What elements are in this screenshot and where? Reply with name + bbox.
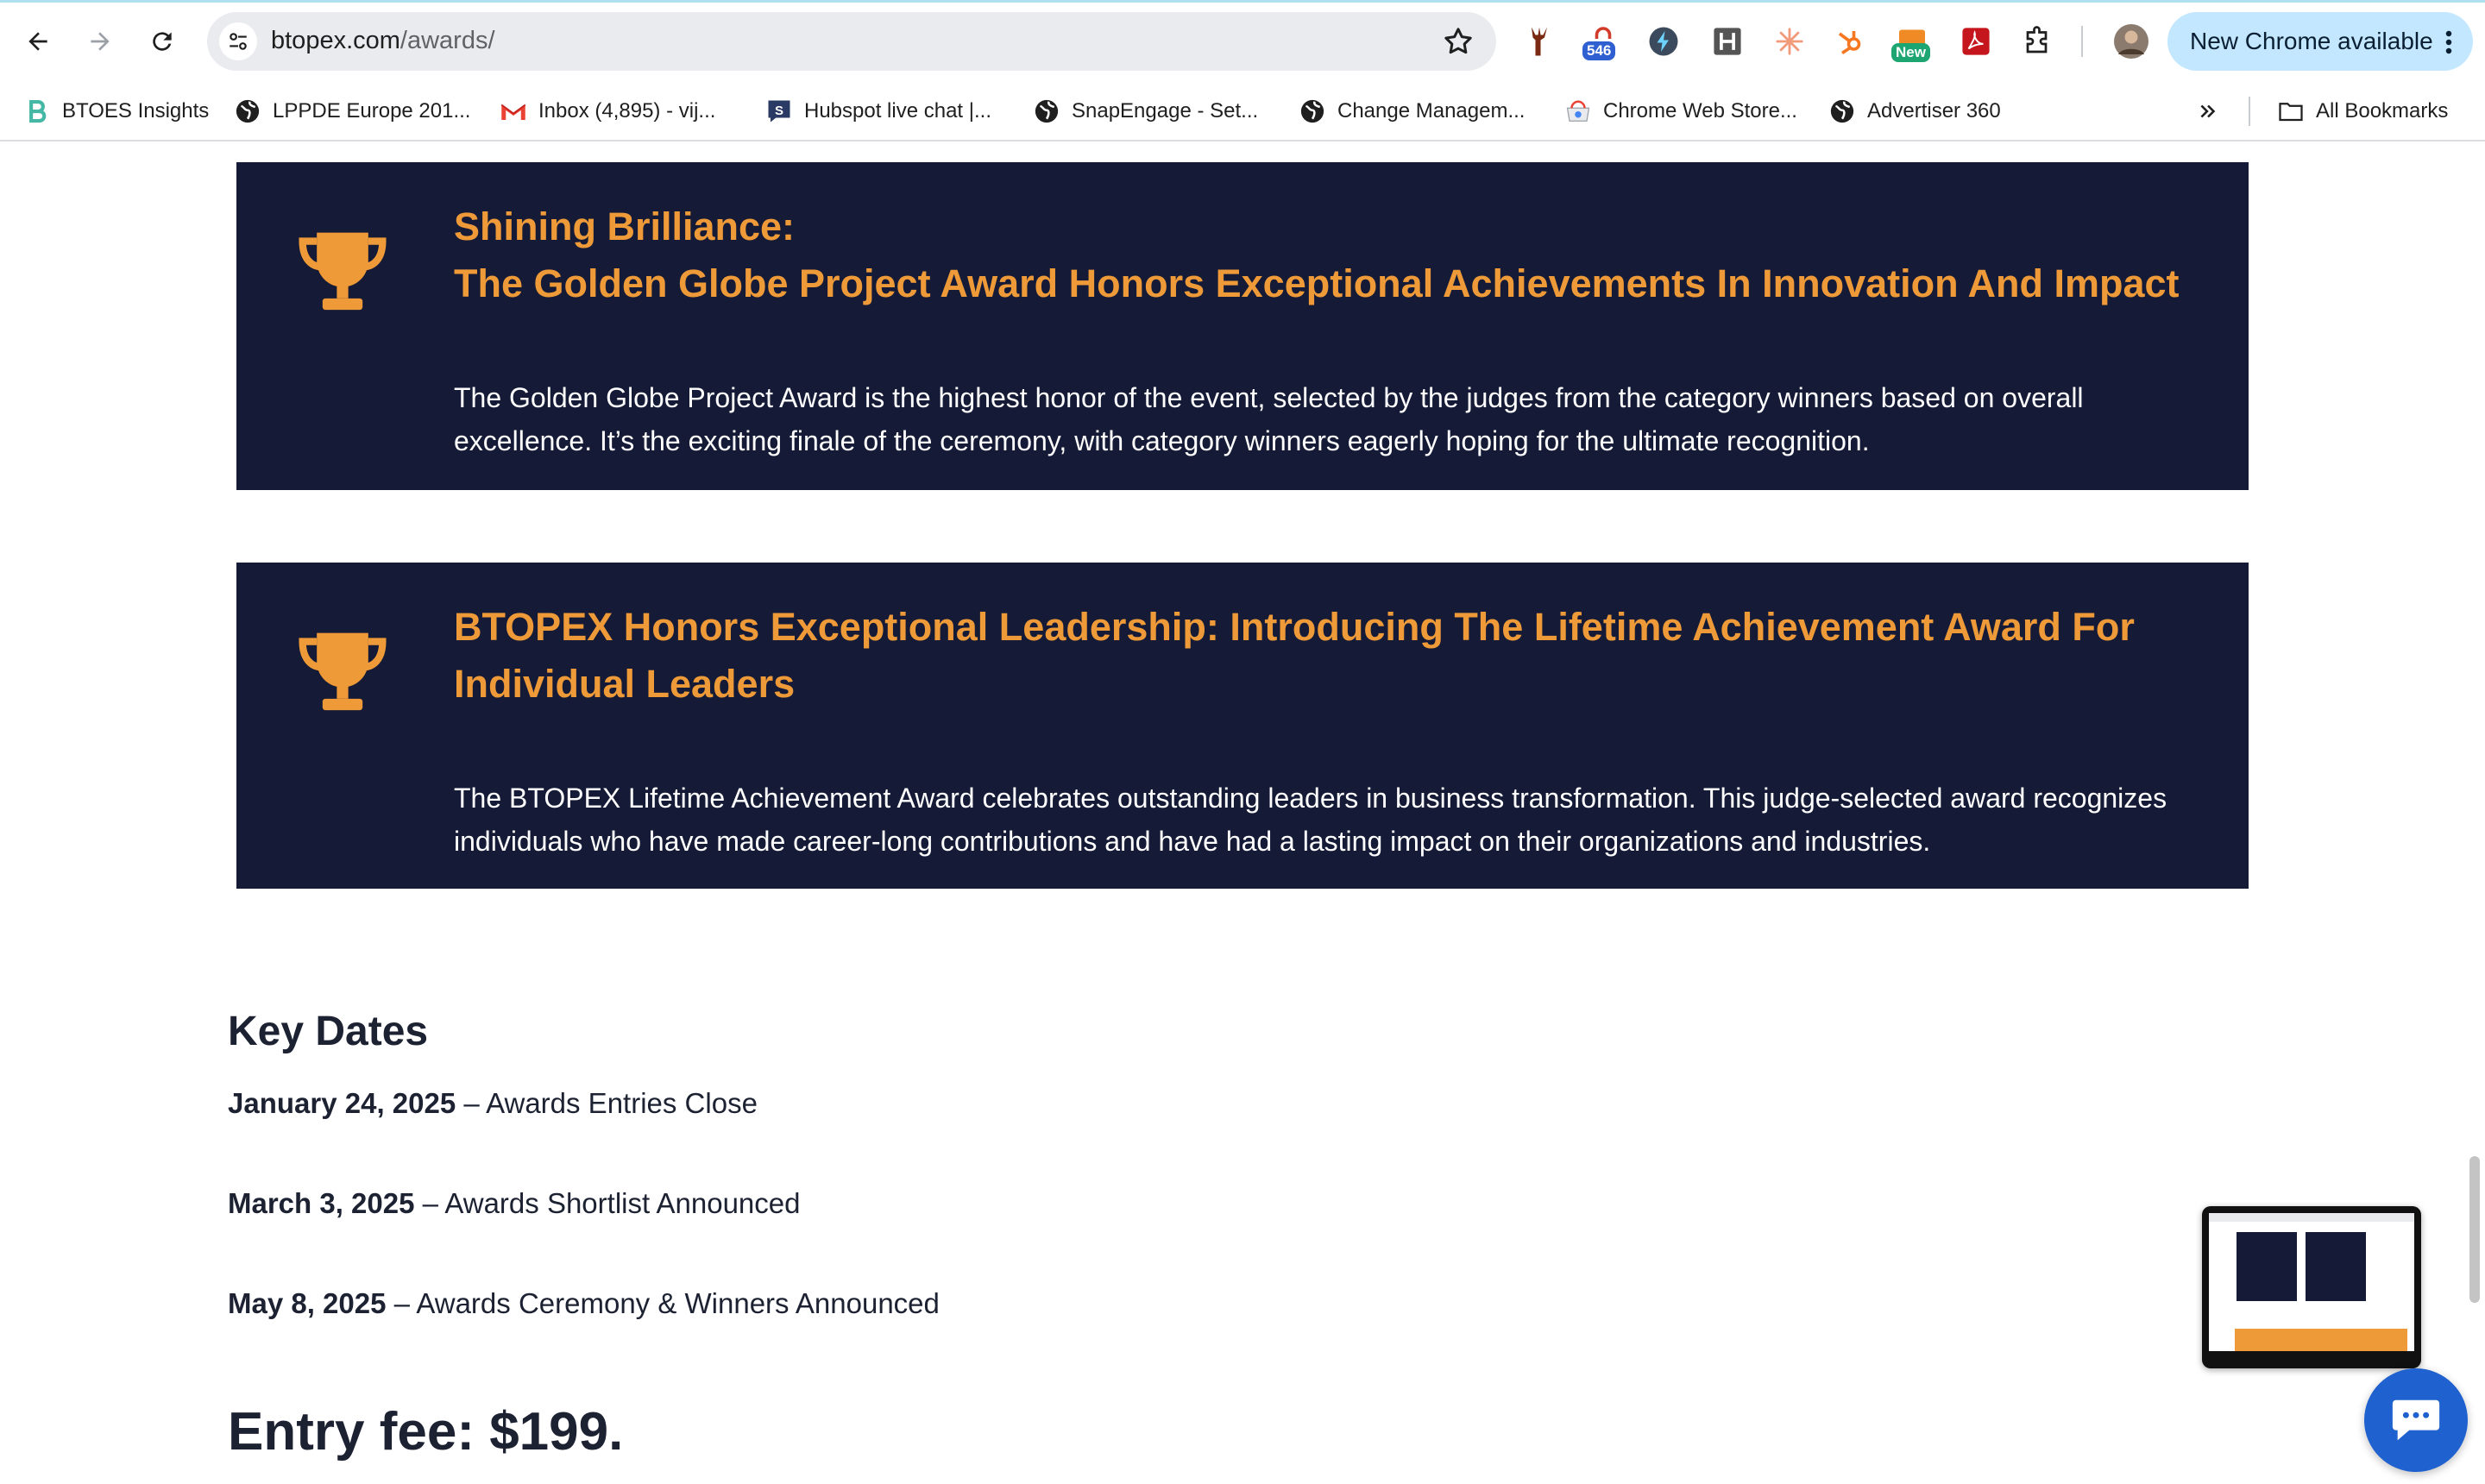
- globe-icon: [1034, 98, 1060, 124]
- key-date-row: March 3, 2025 – Awards Shortlist Announc…: [228, 1187, 800, 1220]
- bookmark-hubspot-live-chat[interactable]: S Hubspot live chat |...: [766, 95, 991, 128]
- key-date-row: May 8, 2025 – Awards Ceremony & Winners …: [228, 1287, 940, 1320]
- arrow-left-icon: [28, 32, 47, 51]
- site-info-button[interactable]: [219, 22, 257, 60]
- new-chrome-label: New Chrome available: [2190, 28, 2433, 54]
- key-date-event: – Awards Entries Close: [456, 1087, 758, 1119]
- award-card-golden-globe: Shining Brilliance: The Golden Globe Pro…: [236, 162, 2249, 490]
- bookmark-snapengage-settings[interactable]: SnapEngage - Set...: [1034, 95, 1258, 128]
- bookmark-gmail-inbox[interactable]: Inbox (4,895) - vij...: [500, 95, 715, 128]
- extension-hubspot[interactable]: [1829, 21, 1871, 62]
- extension-h[interactable]: [1707, 21, 1748, 62]
- bookmarks-divider: [2249, 97, 2250, 126]
- extension-lock[interactable]: 546: [1582, 21, 1624, 62]
- asterisk-icon: [1776, 28, 1803, 55]
- webstore-icon: [1565, 98, 1591, 124]
- live-chat-button[interactable]: [2364, 1368, 2468, 1472]
- bookmarks-overflow-button[interactable]: [2197, 95, 2219, 128]
- trophy-icon: [299, 632, 387, 711]
- bookmark-btoes-insights[interactable]: BTOES Insights: [24, 95, 209, 128]
- key-date: May 8, 2025: [228, 1287, 387, 1319]
- extension-deer[interactable]: [1519, 21, 1560, 62]
- trophy-icon: [299, 232, 387, 311]
- extension-pdf[interactable]: [1955, 21, 1997, 62]
- key-date-row: January 24, 2025 – Awards Entries Close: [228, 1087, 758, 1120]
- reload-icon: [153, 32, 172, 51]
- address-bar[interactable]: btopex.com/awards/: [207, 12, 1496, 71]
- arrow-right-icon: [91, 32, 110, 51]
- screen-preview-thumbnail[interactable]: [2202, 1206, 2421, 1368]
- entry-fee-heading: Entry fee: $199.: [228, 1402, 624, 1462]
- key-date: March 3, 2025: [228, 1187, 415, 1219]
- extensions-button[interactable]: [2017, 21, 2059, 62]
- bookmark-chrome-web-store[interactable]: Chrome Web Store...: [1565, 95, 1797, 128]
- bookmark-label: Advertiser 360: [1867, 99, 2001, 123]
- ext-badge-count: 546: [1582, 41, 1616, 60]
- key-date-event: – Awards Shortlist Announced: [414, 1187, 801, 1219]
- preview-screen: [2209, 1213, 2414, 1351]
- bookmark-label: LPPDE Europe 201...: [273, 99, 471, 123]
- profile-avatar[interactable]: [2111, 21, 2152, 62]
- extension-new[interactable]: New: [1891, 21, 1933, 62]
- reload-button[interactable]: [140, 19, 185, 64]
- browser-toolbar: btopex.com/awards/ 546 New New Chrome av…: [0, 0, 2485, 83]
- bookmark-advertiser-360[interactable]: Advertiser 360: [1829, 95, 2001, 128]
- page-content: Shining Brilliance: The Golden Globe Pro…: [0, 141, 2485, 1484]
- gmail-icon: [500, 98, 526, 124]
- new-chrome-button[interactable]: New Chrome available: [2167, 12, 2473, 71]
- bookmarks-bar: BTOES Insights LPPDE Europe 201... Inbox…: [0, 83, 2485, 141]
- h-square-icon: [1714, 28, 1741, 55]
- bookmark-label: Chrome Web Store...: [1603, 99, 1797, 123]
- bolt-circle-icon: [1649, 27, 1678, 56]
- key-date: January 24, 2025: [228, 1087, 456, 1119]
- bookmark-label: SnapEngage - Set...: [1072, 99, 1259, 123]
- back-button[interactable]: [16, 19, 60, 64]
- btoes-logo-icon: [24, 98, 50, 124]
- bookmark-star-icon[interactable]: [1441, 24, 1475, 59]
- hubspot-icon: [1838, 31, 1861, 54]
- chat-bubble-icon: [2392, 1399, 2440, 1441]
- svg-text:S: S: [775, 104, 783, 118]
- more-vert-icon: [2445, 30, 2452, 54]
- toolbar-divider: [2081, 26, 2083, 57]
- scrollbar-thumb[interactable]: [2469, 1156, 2480, 1303]
- forward-button[interactable]: [78, 19, 123, 64]
- url-path: /awards/: [399, 27, 495, 54]
- key-dates-heading: Key Dates: [228, 1009, 429, 1054]
- award-title-line2: The Golden Globe Project Award Honors Ex…: [454, 261, 2180, 305]
- all-bookmarks-button[interactable]: All Bookmarks: [2278, 95, 2448, 128]
- award-card-title: BTOPEX Honors Exceptional Leadership: In…: [454, 605, 2135, 706]
- deer-icon: [1532, 27, 1547, 56]
- award-card-description: The BTOPEX Lifetime Achievement Award ce…: [454, 783, 2167, 857]
- bookmark-change-management[interactable]: Change Managem...: [1299, 95, 1525, 128]
- avatar-icon: [2114, 24, 2148, 59]
- award-card-title: Shining Brilliance: The Golden Globe Pro…: [454, 198, 2223, 312]
- bookmark-label: Hubspot live chat |...: [804, 99, 992, 123]
- tune-icon: [230, 33, 247, 50]
- url-host: btopex.com: [271, 27, 400, 54]
- snapengage-icon: S: [766, 98, 792, 124]
- url-text: btopex.com/awards/: [271, 27, 495, 55]
- extension-bolt[interactable]: [1643, 21, 1684, 62]
- extension-asterisk[interactable]: [1769, 21, 1810, 62]
- key-date-event: – Awards Ceremony & Winners Announced: [386, 1287, 940, 1319]
- double-chevron-right-icon: [2200, 104, 2216, 118]
- award-card-description: The Golden Globe Project Award is the hi…: [454, 382, 2084, 456]
- all-bookmarks-label: All Bookmarks: [2316, 99, 2449, 123]
- ext-new-badge: New: [1891, 43, 1930, 62]
- puzzle-icon: [2026, 26, 2048, 53]
- bookmark-label: BTOES Insights: [62, 99, 210, 123]
- bookmark-lppde-europe[interactable]: LPPDE Europe 201...: [235, 95, 470, 128]
- pdf-icon: [1962, 28, 1990, 55]
- folder-icon: [2278, 98, 2304, 124]
- award-card-lifetime-achievement: BTOPEX Honors Exceptional Leadership: In…: [236, 563, 2249, 889]
- award-title-line1: Shining Brilliance:: [454, 204, 796, 248]
- globe-icon: [1829, 98, 1855, 124]
- globe-icon: [1299, 98, 1325, 124]
- bookmark-label: Inbox (4,895) - vij...: [538, 99, 716, 123]
- globe-icon: [235, 98, 261, 124]
- bookmark-label: Change Managem...: [1337, 99, 1526, 123]
